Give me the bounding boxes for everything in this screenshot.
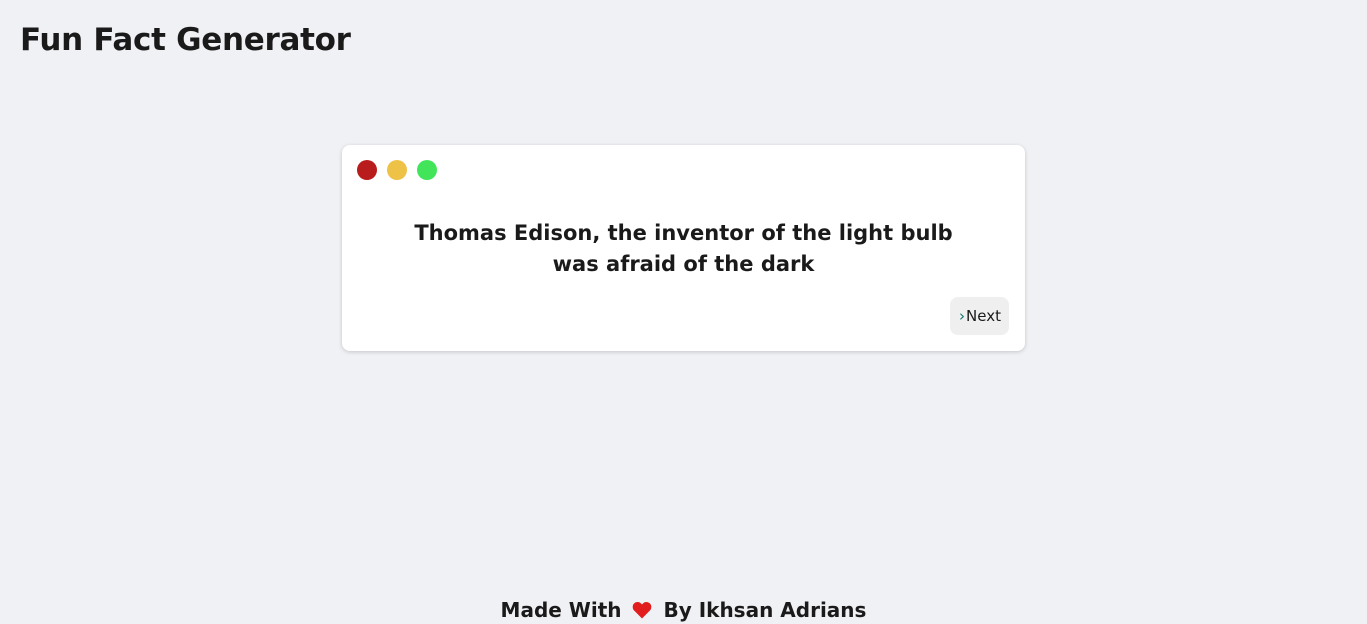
footer: Made With By Ikhsan Adrians: [0, 598, 1367, 624]
next-button[interactable]: › Next: [950, 297, 1009, 335]
footer-prefix: Made With: [500, 598, 622, 622]
green-dot: [417, 160, 437, 180]
chevron-right-icon: ›: [959, 306, 966, 325]
fact-text: Thomas Edison, the inventor of the light…: [414, 221, 953, 276]
page-title: Fun Fact Generator: [20, 22, 351, 58]
heart-icon: [632, 600, 652, 624]
yellow-dot: [387, 160, 407, 180]
next-button-label: Next: [966, 307, 1001, 325]
footer-suffix: By Ikhsan Adrians: [663, 598, 867, 622]
window-controls: [357, 160, 437, 180]
fact-card: Thomas Edison, the inventor of the light…: [342, 145, 1025, 351]
red-dot: [357, 160, 377, 180]
